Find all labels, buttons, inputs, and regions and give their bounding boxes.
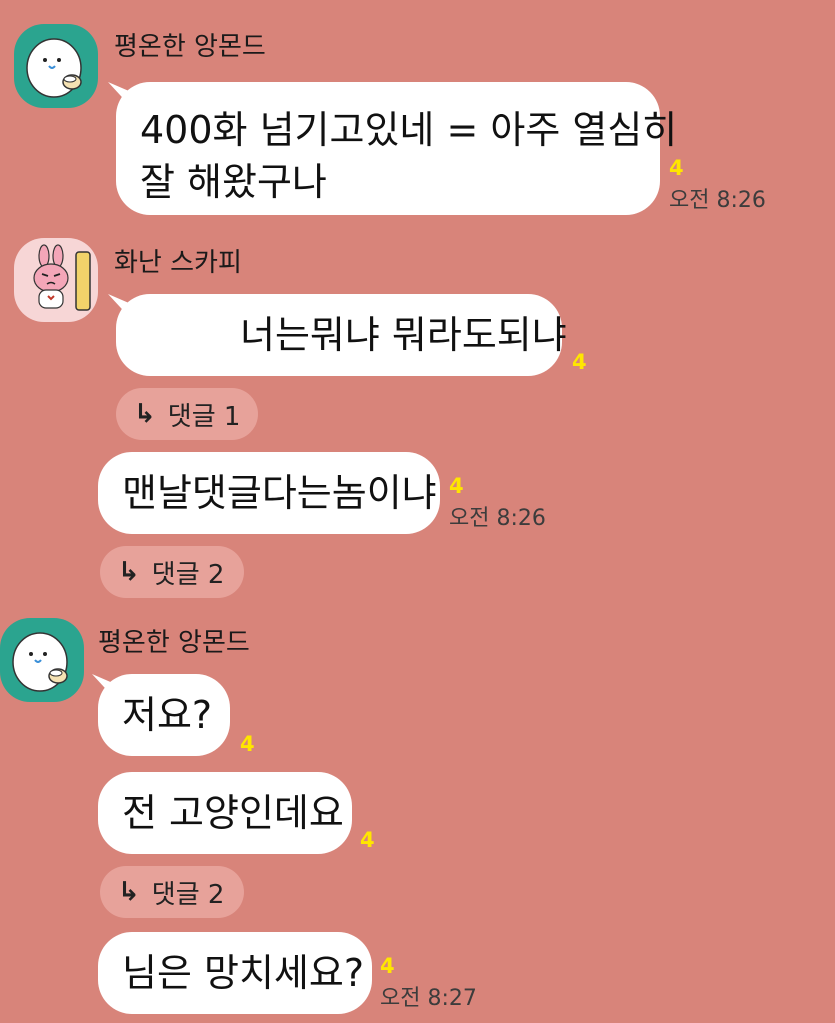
avatar[interactable] (14, 24, 98, 108)
message-text-line: 400화 넘기고있네 = 아주 열심히 (140, 108, 678, 152)
message-bubble[interactable]: 전 고양인데요 (98, 772, 352, 854)
avatar[interactable] (0, 618, 84, 702)
avatar[interactable] (14, 238, 98, 322)
reply-arrow-icon: ↳ (134, 399, 156, 429)
message-text: 님은 망치세요? (122, 951, 365, 995)
message-text: 전 고양인데요 (122, 791, 344, 835)
white-bean-character-icon (14, 24, 98, 108)
sender-name: 평온한 앙몬드 (114, 32, 266, 62)
message-text: 너는뭐냐 뭐라도되냐 (240, 313, 567, 357)
reply-arrow-icon: ↳ (118, 557, 140, 587)
message-text: 맨날댓글다는놈이냐 (122, 471, 437, 515)
message-bubble[interactable]: 맨날댓글다는놈이냐 (98, 452, 440, 534)
reply-count-label: 댓글 2 (151, 559, 225, 590)
reply-arrow-icon: ↳ (118, 877, 140, 907)
angry-pink-rabbit-icon (14, 238, 98, 322)
message-bubble[interactable]: 400화 넘기고있네 = 아주 열심히 잘 해왔구나 (116, 82, 678, 215)
reply-thread-button[interactable]: ↳ 댓글 1 (116, 388, 258, 440)
message-bubble[interactable]: 너는뭐냐 뭐라도되냐 (116, 294, 567, 376)
message-time: 오전 8:27 (380, 986, 477, 1011)
message-text-line: 잘 해왔구나 (140, 160, 327, 204)
message-time: 오전 8:26 (449, 506, 546, 531)
reply-count-label: 댓글 1 (167, 401, 241, 432)
sender-name: 평온한 앙몬드 (98, 628, 250, 658)
message-text: 저요? (122, 693, 213, 737)
unread-count: 4 (572, 350, 587, 374)
unread-count: 4 (380, 954, 395, 978)
message-time: 오전 8:26 (669, 188, 766, 213)
unread-count: 4 (240, 732, 255, 756)
sender-name: 화난 스카피 (114, 248, 242, 278)
white-bean-character-icon (0, 618, 84, 702)
message-bubble[interactable]: 저요? (98, 674, 230, 756)
unread-count: 4 (449, 474, 464, 498)
reply-count-label: 댓글 2 (151, 879, 225, 910)
unread-count: 4 (669, 156, 684, 180)
unread-count: 4 (360, 828, 375, 852)
message-bubble[interactable]: 님은 망치세요? (98, 932, 372, 1014)
reply-thread-button[interactable]: ↳ 댓글 2 (100, 866, 244, 918)
reply-thread-button[interactable]: ↳ 댓글 2 (100, 546, 244, 598)
